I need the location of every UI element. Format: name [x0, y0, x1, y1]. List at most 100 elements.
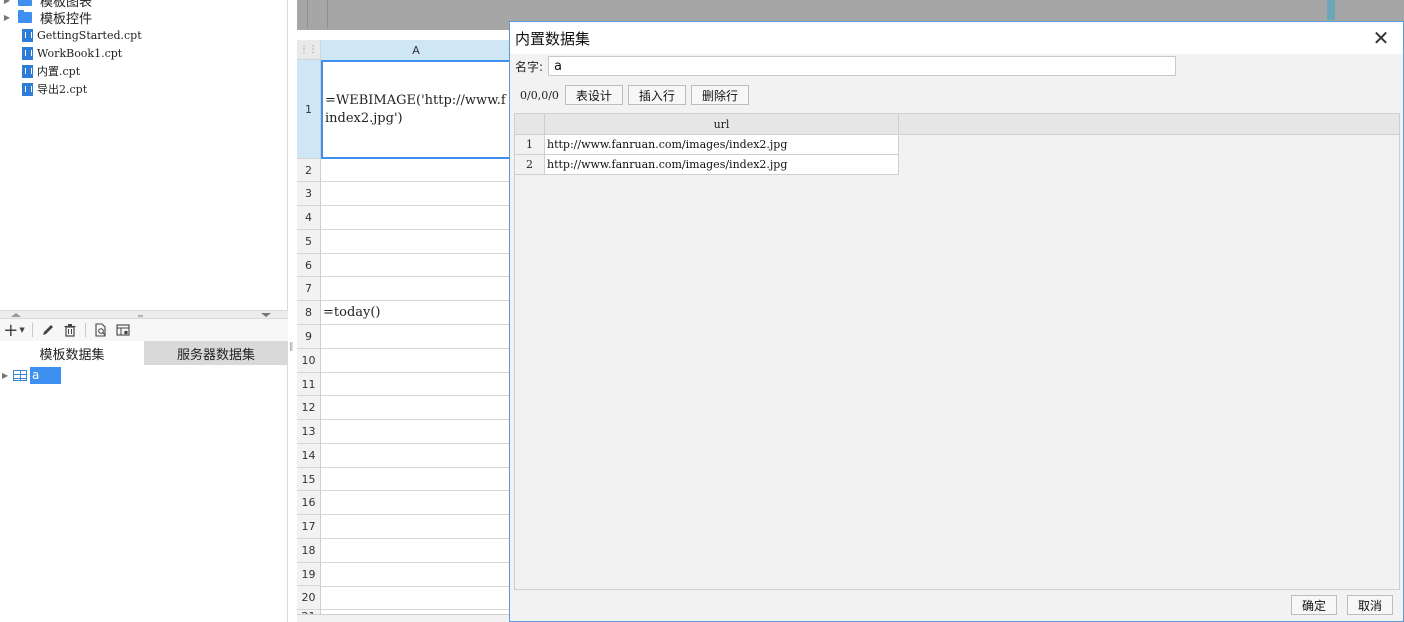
table-corner	[515, 114, 545, 135]
row-header[interactable]: 4	[297, 206, 321, 230]
table-row: 2 http://www.fanruan.com/images/index2.j…	[515, 155, 899, 175]
dataset-tabs: 模板数据集 服务器数据集	[0, 341, 288, 365]
row-header[interactable]: 14	[297, 444, 321, 468]
toolbar-separator	[85, 323, 86, 337]
preview-icon[interactable]	[90, 320, 112, 340]
grid-line	[321, 538, 511, 539]
table-row: 1 http://www.fanruan.com/images/index2.j…	[515, 135, 899, 155]
grid-line	[321, 276, 511, 277]
table-header-row: url	[515, 114, 1399, 135]
scroll-marker	[1327, 0, 1335, 20]
grid-line	[321, 300, 511, 301]
row-header[interactable]: 9	[297, 325, 321, 349]
ruler-tick	[327, 0, 328, 28]
row-header[interactable]: 18	[297, 539, 321, 563]
delete-icon[interactable]	[59, 320, 81, 340]
column-header-a[interactable]: A	[321, 40, 511, 60]
position-indicator: 0/0,0/0	[520, 88, 559, 102]
dataset-name-input[interactable]	[548, 56, 1176, 76]
tree-file-item[interactable]: GettingStarted.cpt	[0, 26, 142, 44]
vertical-splitter-grip[interactable]: ‖	[289, 342, 294, 352]
row-header[interactable]: 12	[297, 396, 321, 420]
table-cell[interactable]: http://www.fanruan.com/images/index2.jpg	[545, 135, 899, 155]
dialog-title: 内置数据集	[515, 29, 591, 48]
tree-folder-label: 模板控件	[40, 11, 93, 27]
edit-icon[interactable]	[37, 320, 59, 340]
grid-line	[321, 181, 511, 182]
grid-line	[321, 443, 511, 444]
grid-line	[321, 467, 511, 468]
row-header[interactable]: 3	[297, 182, 321, 206]
collapse-up-icon[interactable]	[11, 313, 21, 317]
grid-line	[321, 586, 511, 587]
dialog-title-bar: 内置数据集 ✕	[510, 22, 1403, 54]
tree-file-item[interactable]: 内置.cpt	[0, 62, 80, 80]
row-header[interactable]: 16	[297, 491, 321, 515]
tree-file-label: GettingStarted.cpt	[37, 28, 142, 42]
name-label: 名字:	[515, 60, 544, 74]
dataset-item[interactable]: ▶ a	[0, 366, 61, 384]
row-header[interactable]: 17	[297, 515, 321, 539]
tree-file-label: 内置.cpt	[37, 65, 81, 78]
dataset-toolbar: + ▼	[0, 319, 288, 341]
table-design-button[interactable]: 表设计	[564, 85, 623, 105]
cancel-button[interactable]: 取消	[1346, 595, 1393, 615]
delete-row-button[interactable]: 删除行	[690, 85, 749, 105]
dialog-footer: 确定 取消	[1281, 595, 1393, 615]
grid-line	[321, 372, 511, 373]
tree-file-item[interactable]: WorkBook1.cpt	[0, 44, 122, 62]
tab-server-datasets[interactable]: 服务器数据集	[144, 341, 288, 365]
ok-button[interactable]: 确定	[1290, 595, 1337, 615]
select-all-corner[interactable]: ⋮⋮	[297, 40, 321, 60]
table-cell[interactable]: http://www.fanruan.com/images/index2.jpg	[545, 155, 899, 175]
dataset-config-icon[interactable]	[112, 320, 134, 340]
grid-line	[321, 419, 511, 420]
grid-line	[321, 514, 511, 515]
collapse-down-icon[interactable]	[261, 313, 271, 317]
row-index[interactable]: 1	[515, 135, 545, 155]
add-dataset-icon[interactable]: + ▼	[0, 320, 28, 341]
row-header[interactable]: 19	[297, 563, 321, 586]
report-file-icon	[22, 46, 33, 60]
panel-splitter[interactable]: ═	[0, 310, 288, 321]
row-header[interactable]: 5	[297, 230, 321, 254]
dataset-name[interactable]: a	[30, 366, 61, 384]
row-header[interactable]: 1	[297, 60, 321, 159]
tree-folder-widgets[interactable]: ▶ 模板控件	[0, 8, 93, 27]
grid-line	[321, 253, 511, 254]
row-header[interactable]: 2	[297, 159, 321, 182]
insert-row-button[interactable]: 插入行	[627, 85, 686, 105]
row-header[interactable]: 10	[297, 349, 321, 373]
data-table: url 1 http://www.fanruan.com/images/inde…	[514, 113, 1400, 590]
grid-line	[321, 324, 511, 325]
row-header[interactable]: 11	[297, 373, 321, 396]
table-icon	[13, 369, 27, 381]
grid-line	[321, 229, 511, 230]
row-header[interactable]: 13	[297, 420, 321, 444]
row-header[interactable]: 15	[297, 468, 321, 491]
cell-a1[interactable]: =WEBIMAGE('http://www.f index2.jpg')	[321, 60, 521, 159]
row-header[interactable]: 7	[297, 277, 321, 301]
embedded-dataset-dialog: 内置数据集 ✕ 名字: 0/0,0/0 表设计 插入行 删除行 url 1 ht…	[509, 21, 1404, 622]
left-panel: ▶ 模板图表 ▶ 模板控件 GettingStarted.cpt WorkBoo…	[0, 0, 288, 622]
row-index[interactable]: 2	[515, 155, 545, 175]
folder-icon	[18, 9, 32, 23]
grid-line	[321, 395, 511, 396]
tree-file-item[interactable]: 导出2.cpt	[0, 80, 87, 98]
report-file-icon	[22, 28, 33, 42]
ruler-tick	[307, 0, 308, 28]
close-icon[interactable]: ✕	[1369, 26, 1393, 50]
tree-file-label: 导出2.cpt	[37, 83, 88, 96]
grid-line	[321, 205, 511, 206]
grid-line	[321, 609, 511, 610]
row-header[interactable]: 8	[297, 301, 321, 325]
row-header[interactable]: 20	[297, 586, 321, 610]
tab-template-datasets[interactable]: 模板数据集	[0, 341, 144, 365]
folder-icon	[18, 0, 32, 6]
column-header-url[interactable]: url	[545, 114, 899, 135]
tree-expand-icon[interactable]: ▶	[0, 13, 14, 22]
row-header[interactable]: 6	[297, 254, 321, 277]
tree-expand-icon[interactable]: ▶	[2, 371, 8, 380]
tree-expand-icon[interactable]: ▶	[0, 0, 14, 5]
cell-a8[interactable]: =today()	[323, 305, 381, 320]
